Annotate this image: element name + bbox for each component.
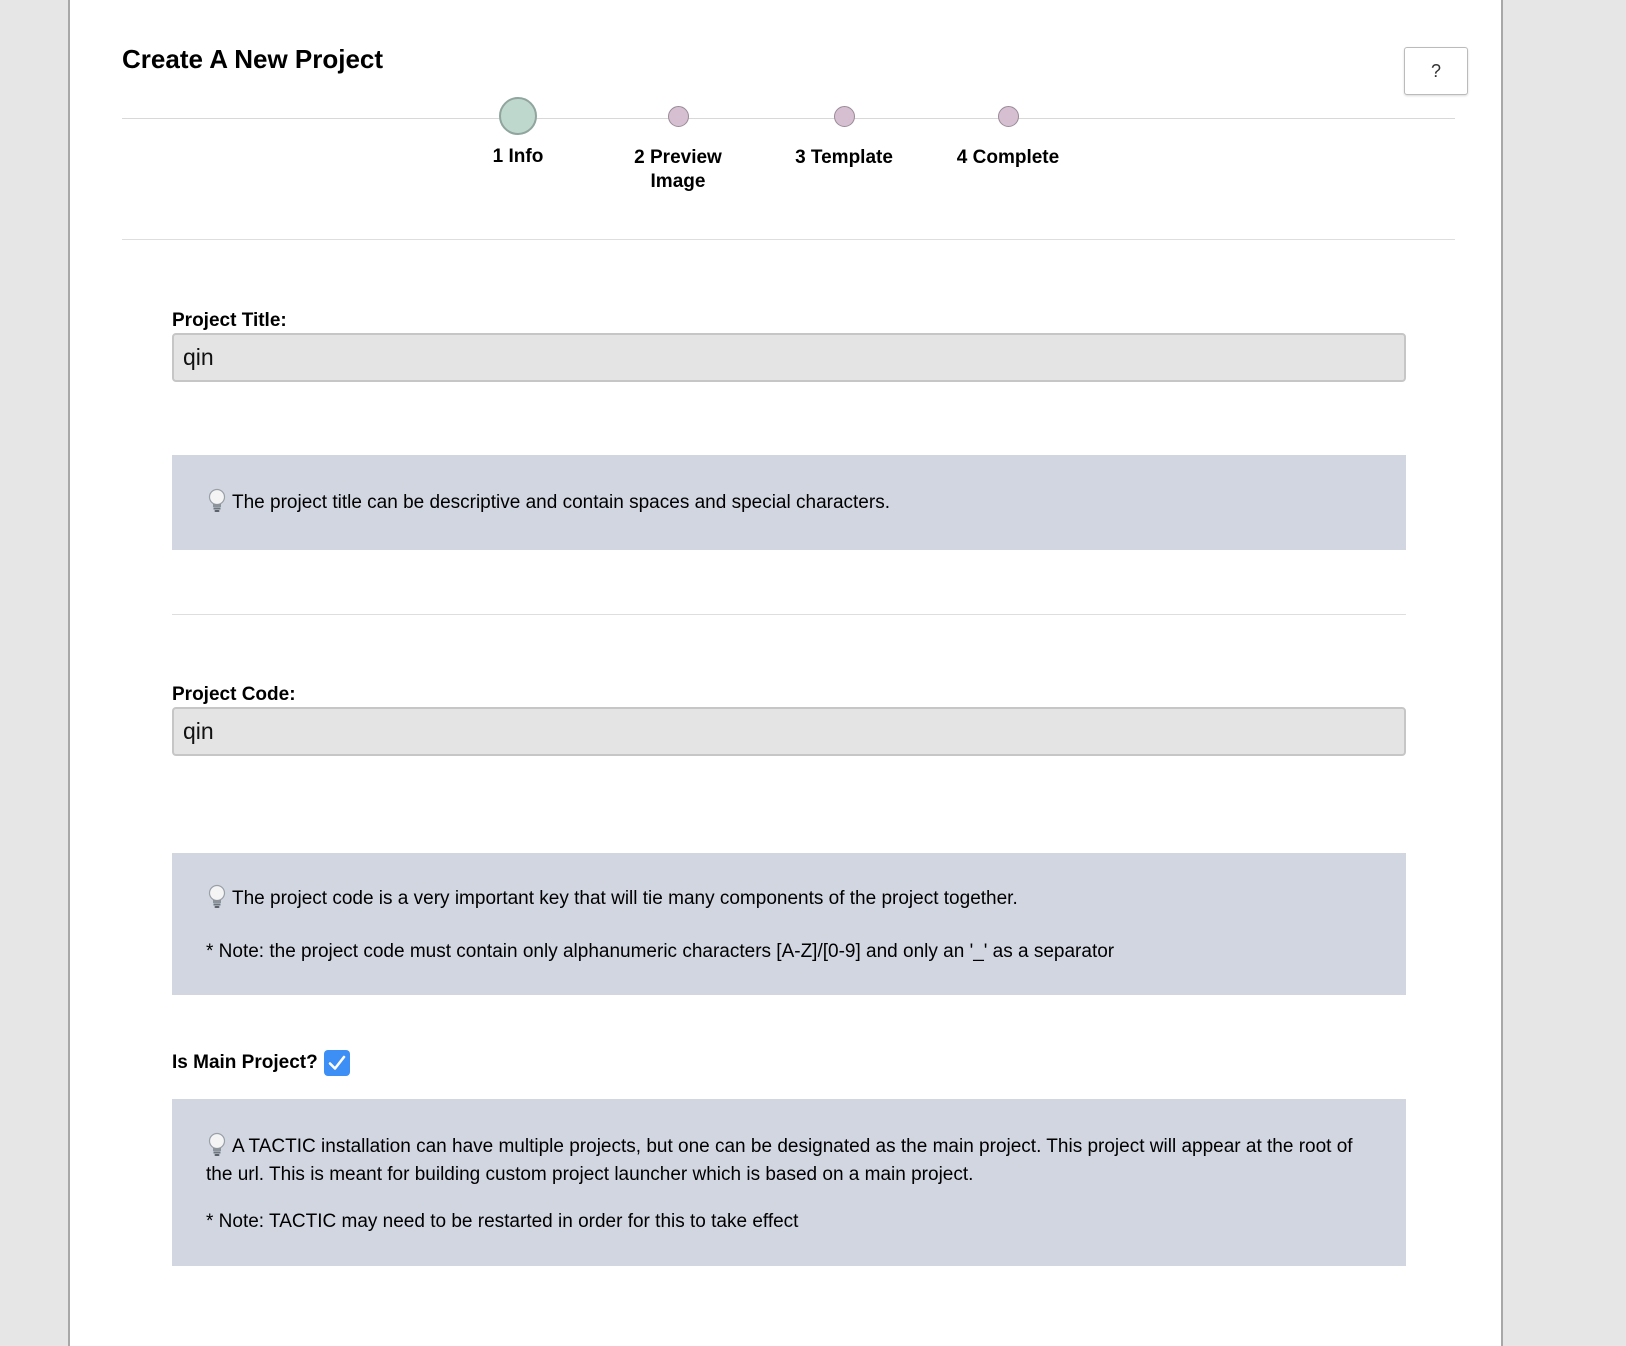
step-label: 4 Complete (956, 147, 1060, 168)
step-indicator-current (499, 97, 537, 135)
lightbulb-icon (208, 488, 226, 512)
page-title: Create A New Project (122, 44, 384, 74)
project-code-hint: The project code is a very important key… (172, 853, 1406, 995)
main-project-checkbox[interactable] (323, 1050, 350, 1076)
step-label: 3 Template (795, 147, 893, 168)
checkmark-icon (328, 1055, 346, 1070)
main-project-hint: A TACTIC installation can have multiple … (172, 1099, 1406, 1266)
create-project-panel: Create A New Project ? 1 Info 2 Preview … (68, 0, 1503, 1346)
project-code-input[interactable] (172, 707, 1406, 756)
section-divider (172, 614, 1406, 615)
lightbulb-icon (208, 1132, 226, 1156)
project-title-label: Project Title: (172, 310, 287, 331)
hint-note: * Note: the project code must contain on… (206, 941, 1115, 962)
main-project-row: Is Main Project? (172, 1050, 350, 1076)
hint-text: A TACTIC installation can have multiple … (206, 1136, 1353, 1185)
hint-text: The project title can be descriptive and… (232, 492, 890, 513)
main-project-label: Is Main Project? (172, 1052, 318, 1073)
wizard-step-template[interactable]: 3 Template (774, 106, 914, 170)
help-button[interactable]: ? (1404, 47, 1468, 95)
step-indicator (667, 106, 689, 127)
wizard-step-info[interactable]: 1 Info (448, 97, 588, 169)
lightbulb-icon (208, 884, 226, 908)
step-label: 1 Info (492, 146, 544, 167)
header-divider (122, 239, 1455, 240)
project-code-label: Project Code: (172, 684, 296, 705)
hint-text: The project code is a very important key… (232, 888, 1018, 909)
hint-note: * Note: TACTIC may need to be restarted … (206, 1211, 799, 1232)
step-label: 2 Preview Image (634, 147, 722, 192)
project-title-hint: The project title can be descriptive and… (172, 455, 1406, 550)
wizard-step-preview-image[interactable]: 2 Preview Image (608, 106, 748, 194)
step-indicator (833, 106, 855, 127)
step-indicator (997, 106, 1019, 127)
project-title-input[interactable] (172, 333, 1406, 382)
wizard-step-complete[interactable]: 4 Complete (938, 106, 1078, 170)
